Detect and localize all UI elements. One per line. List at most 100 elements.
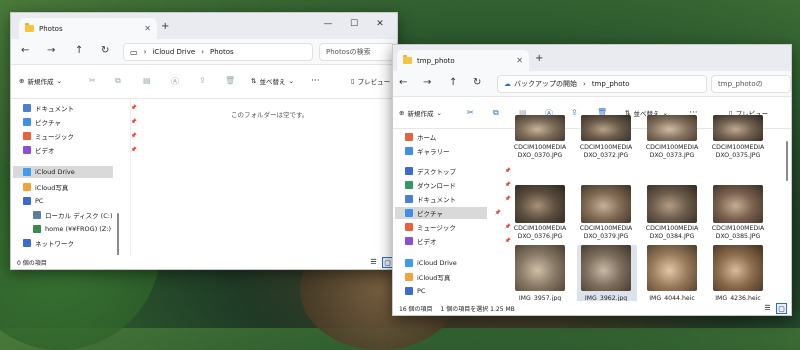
sidebar-item[interactable]: ダウンロード 📌 bbox=[405, 179, 511, 191]
sidebar-item-label: ピクチャ bbox=[417, 210, 443, 218]
file-thumbnail[interactable] bbox=[647, 115, 697, 141]
sidebar-item-label: iCloud Drive bbox=[417, 259, 457, 267]
sidebar-item[interactable]: ミュージック 📌 bbox=[405, 221, 511, 233]
sidebar-item-label: ピクチャ bbox=[35, 119, 61, 127]
sidebar-item[interactable]: iCloud写真 bbox=[23, 181, 123, 193]
maximize-icon[interactable]: ☐ bbox=[341, 19, 367, 29]
sidebar-item-label: iCloud写真 bbox=[35, 184, 69, 192]
copy-icon[interactable]: ⧉ bbox=[115, 76, 121, 86]
sidebar-item-label: iCloud写真 bbox=[417, 274, 451, 282]
search-input[interactable]: Photosの検索 bbox=[319, 43, 395, 61]
address-bar-row: ← → ↑ ↻ ☁ バックアップの開始 › tmp_photo tmp_photo… bbox=[393, 71, 791, 97]
selection-info: 1 個の項目を選択 1.25 MB bbox=[440, 305, 515, 313]
sidebar-item[interactable]: デスクトップ 📌 bbox=[405, 165, 511, 177]
sidebar-item[interactable]: ギャラリー bbox=[405, 145, 497, 157]
file-thumbnail[interactable] bbox=[581, 245, 631, 291]
file-thumbnail[interactable] bbox=[647, 185, 697, 223]
file-name: CDCIM100MEDIA DXO_0372.JPG bbox=[579, 144, 633, 159]
sidebar-item[interactable]: ホーム bbox=[405, 131, 497, 143]
window-controls: — ☐ ✕ bbox=[315, 19, 393, 29]
file-thumbnail[interactable] bbox=[713, 185, 763, 223]
sidebar-item[interactable]: ドキュメント 📌 bbox=[405, 193, 511, 205]
cut-icon[interactable]: ✂ bbox=[467, 108, 474, 117]
file-thumbnail[interactable] bbox=[515, 185, 565, 223]
downloads-icon bbox=[405, 181, 413, 189]
paste-icon[interactable]: ▤ bbox=[143, 76, 151, 85]
refresh-icon[interactable]: ↻ bbox=[473, 77, 481, 88]
preview-button[interactable]: ▯ プレビュー bbox=[351, 76, 390, 86]
file-thumbnail[interactable] bbox=[713, 115, 763, 141]
back-icon[interactable]: ← bbox=[399, 77, 407, 88]
file-thumbnail[interactable] bbox=[647, 245, 697, 291]
more-button[interactable]: ··· bbox=[311, 76, 320, 86]
sidebar-item-label: ビデオ bbox=[417, 238, 437, 246]
breadcrumb-tmp-photo[interactable]: tmp_photo bbox=[592, 80, 630, 88]
sidebar-item-label: ドキュメント bbox=[35, 105, 74, 113]
forward-icon[interactable]: → bbox=[47, 45, 55, 56]
videos-icon bbox=[405, 237, 413, 245]
address-bar[interactable]: ▭ › iCloud Drive › Photos bbox=[123, 43, 313, 61]
pc-icon bbox=[23, 197, 31, 205]
close-icon[interactable]: ✕ bbox=[367, 19, 393, 29]
sidebar-item[interactable]: ビデオ 📌 bbox=[405, 235, 511, 247]
cut-icon[interactable]: ✂ bbox=[89, 76, 96, 85]
sidebar-item[interactable]: iCloud写真 bbox=[405, 271, 497, 283]
tab-photos[interactable]: Photos ✕ bbox=[19, 18, 157, 39]
sidebar-item[interactable]: iCloud Drive bbox=[13, 166, 113, 178]
delete-icon[interactable]: 🗑 bbox=[225, 76, 235, 85]
up-icon[interactable]: ↑ bbox=[449, 77, 457, 88]
back-icon[interactable]: ← bbox=[21, 45, 29, 56]
close-tab-icon[interactable]: ✕ bbox=[144, 24, 151, 33]
refresh-icon[interactable]: ↻ bbox=[101, 45, 109, 56]
sidebar-item[interactable]: ドキュメント 📌 bbox=[23, 102, 137, 114]
up-icon[interactable]: ↑ bbox=[75, 45, 83, 56]
navigation-pane: ホームギャラリーデスクトップ 📌 ダウンロード 📌 ドキュメント 📌 ピクチャ 📌 ミュージック… bbox=[393, 129, 511, 301]
sidebar-item[interactable]: ピクチャ 📌 bbox=[395, 207, 501, 219]
thumbnail-view-icon[interactable]: ▢ bbox=[776, 303, 787, 314]
rename-icon[interactable]: Ⓐ bbox=[171, 76, 179, 87]
forward-icon[interactable]: → bbox=[423, 77, 431, 88]
share-icon[interactable]: ⇪ bbox=[199, 76, 206, 85]
file-thumbnail[interactable] bbox=[713, 245, 763, 291]
file-thumbnail[interactable] bbox=[515, 115, 565, 141]
sidebar-item-label: ギャラリー bbox=[417, 148, 450, 156]
new-button[interactable]: ⊕ 新規作成 ⌄ bbox=[19, 76, 62, 86]
file-thumbnail[interactable] bbox=[581, 115, 631, 141]
breadcrumb-icloud-drive[interactable]: iCloud Drive bbox=[152, 48, 195, 56]
file-name: CDCIM100MEDIA DXO_0375.JPG bbox=[711, 144, 765, 159]
tab-tmp-photo[interactable]: tmp_photo ✕ bbox=[397, 50, 529, 71]
address-bar[interactable]: ☁ バックアップの開始 › tmp_photo bbox=[497, 75, 707, 93]
file-name: CDCIM100MEDIA DXO_0370.JPG bbox=[513, 144, 567, 159]
sidebar-item-label: home (¥¥FROG) (Z:) bbox=[45, 225, 112, 233]
file-name: CDCIM100MEDIA DXO_0373.JPG bbox=[645, 144, 699, 159]
sidebar-item[interactable]: ピクチャ 📌 bbox=[23, 116, 137, 128]
new-tab-button[interactable]: + bbox=[161, 21, 169, 32]
file-name: CDCIM100MEDIA DXO_0384.JPG bbox=[645, 225, 699, 240]
file-thumbnail[interactable] bbox=[581, 185, 631, 223]
cloud-icon: ☁ bbox=[504, 80, 511, 88]
details-view-icon[interactable]: ☰ bbox=[762, 303, 773, 314]
new-button[interactable]: ⊕ 新規作成 ⌄ bbox=[399, 108, 442, 118]
pictures-icon bbox=[405, 209, 413, 217]
minimize-icon[interactable]: — bbox=[315, 19, 341, 29]
pin-icon: 📌 bbox=[130, 105, 137, 111]
breadcrumb-photos[interactable]: Photos bbox=[210, 48, 234, 56]
new-tab-button[interactable]: + bbox=[535, 53, 543, 64]
sidebar-item[interactable]: PC bbox=[405, 285, 497, 297]
sort-button[interactable]: ⇅ 並べ替え ⌄ bbox=[251, 76, 294, 86]
music-icon bbox=[23, 132, 31, 140]
sidebar-item[interactable]: ミュージック 📌 bbox=[23, 130, 137, 142]
sidebar-item[interactable]: PC bbox=[23, 195, 123, 207]
scrollbar[interactable] bbox=[786, 141, 788, 181]
backup-button[interactable]: ☁ バックアップの開始 bbox=[504, 79, 577, 89]
sidebar-item-label: ホーム bbox=[417, 134, 437, 142]
search-input[interactable]: tmp_photoの bbox=[711, 75, 791, 93]
sidebar-item[interactable]: ビデオ 📌 bbox=[23, 144, 137, 156]
monitor-icon: ▭ bbox=[130, 47, 138, 57]
sidebar-item[interactable]: ネットワーク bbox=[23, 237, 123, 249]
close-tab-icon[interactable]: ✕ bbox=[516, 56, 523, 65]
sidebar-item[interactable]: iCloud Drive bbox=[405, 257, 497, 269]
file-thumbnail[interactable] bbox=[515, 245, 565, 291]
details-view-icon[interactable]: ☰ bbox=[368, 257, 379, 268]
sidebar-item-label: PC bbox=[417, 287, 426, 295]
